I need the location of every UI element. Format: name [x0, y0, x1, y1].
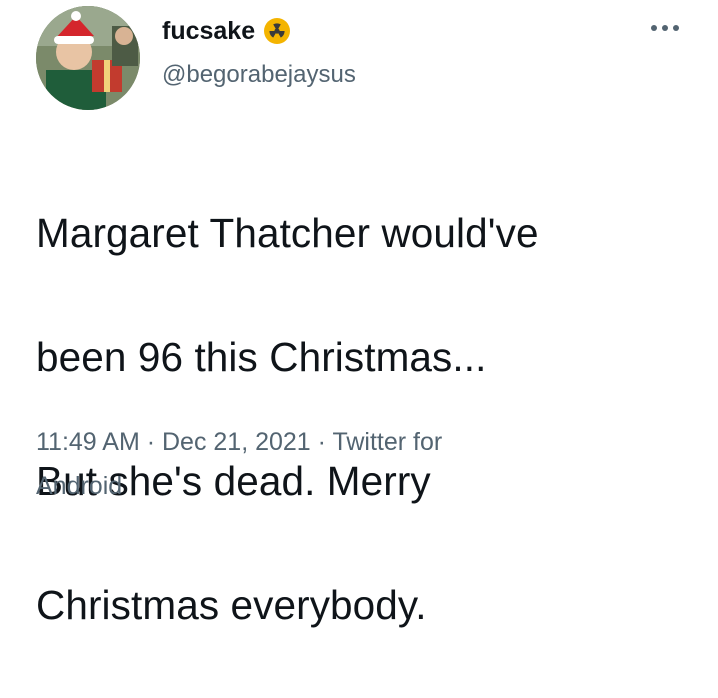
- avatar[interactable]: [36, 6, 140, 110]
- tweet-text-line: Margaret Thatcher would've: [36, 210, 539, 256]
- tweet-text: Margaret Thatcher would've been 96 this …: [36, 140, 696, 698]
- display-name[interactable]: fucsake: [162, 16, 255, 46]
- timestamp-line[interactable]: 11:49 AM · Dec 21, 2021 · Twitter for: [36, 420, 596, 464]
- tweet-metadata: 11:49 AM · Dec 21, 2021 · Twitter for An…: [36, 420, 596, 508]
- avatar-image: [36, 6, 140, 110]
- tweet-text-line: Christmas everybody.: [36, 582, 427, 628]
- tweet-text-line: been 96 this Christmas...: [36, 334, 487, 380]
- radioactive-icon: [263, 17, 291, 45]
- tweet-card: fucsake @begorabejaysus Margaret Thatche…: [0, 0, 718, 628]
- display-name-row[interactable]: fucsake: [162, 16, 291, 46]
- user-handle[interactable]: @begorabejaysus: [162, 60, 356, 90]
- source-line[interactable]: Android: [36, 464, 596, 508]
- more-horizontal-icon[interactable]: [648, 18, 682, 38]
